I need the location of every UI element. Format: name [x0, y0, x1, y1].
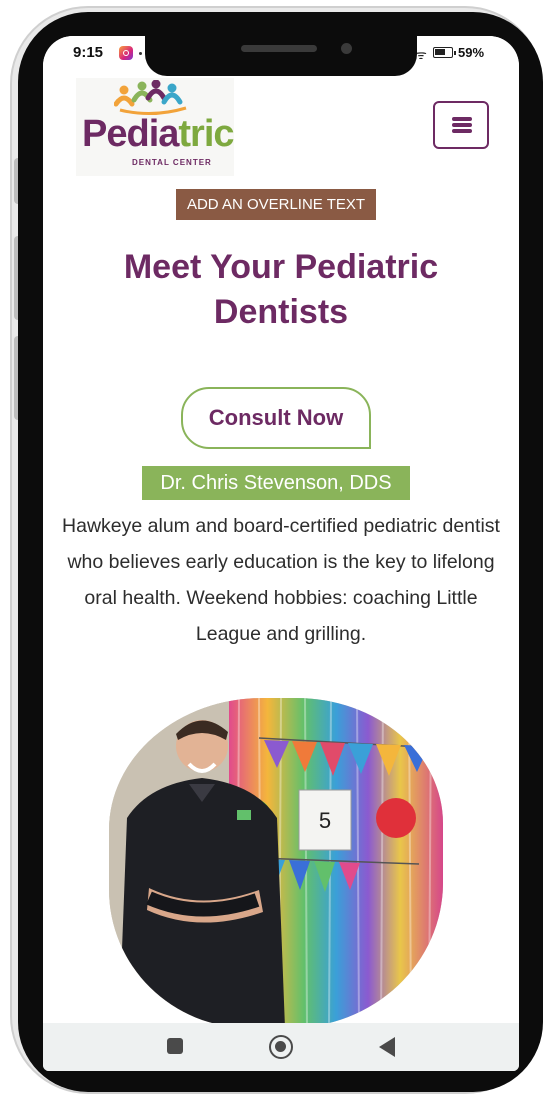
doctor-photo-illustration: 5: [109, 698, 443, 1028]
menu-button[interactable]: [433, 101, 489, 149]
logo-wordmark: Pediatric: [82, 113, 235, 155]
system-nav-bar: [43, 1023, 519, 1071]
speaker-icon: [241, 45, 317, 52]
consult-now-button[interactable]: Consult Now: [181, 387, 371, 449]
hamburger-menu-icon: [452, 117, 472, 133]
back-icon[interactable]: [379, 1037, 395, 1057]
battery-icon: [433, 47, 456, 58]
instagram-icon: [119, 46, 133, 60]
doctor-photo: 5: [109, 698, 443, 1028]
notification-dot-icon: [139, 52, 142, 55]
logo-word-tric: tric: [178, 113, 234, 155]
camera-notch: [145, 36, 417, 76]
doctor-bio: Hawkeye alum and board-certified pediatr…: [62, 515, 500, 645]
home-icon[interactable]: [269, 1035, 293, 1059]
front-camera-icon: [341, 43, 352, 54]
logo-word-pedia: Pedia: [82, 113, 179, 155]
recent-apps-icon[interactable]: [167, 1038, 183, 1054]
overline-badge: ADD AN OVERLINE TEXT: [176, 189, 376, 220]
logo-people-icon: [114, 80, 187, 116]
photo-sign-number: 5: [319, 808, 331, 833]
doctor-name: Dr. Chris Stevenson, DDS: [142, 466, 410, 500]
status-time: 9:15: [73, 44, 104, 61]
site-logo[interactable]: Pediatric DENTAL CENTER: [76, 78, 235, 176]
page-title: Meet Your Pediatric Dentists: [123, 248, 439, 331]
battery-level: 59%: [458, 45, 485, 60]
screen: 9:15 ᯤ 59% Pediatric DENTAL CENTER ADD A…: [43, 36, 519, 1071]
logo-subtitle: DENTAL CENTER: [132, 158, 212, 167]
